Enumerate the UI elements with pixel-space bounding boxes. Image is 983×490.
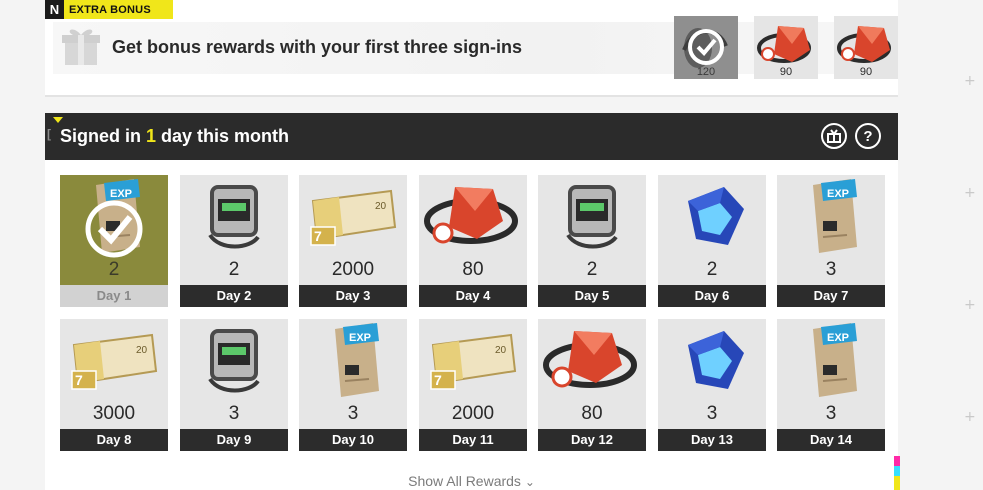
day-reward-qty: 2	[228, 259, 240, 280]
title-prefix: Signed in	[60, 126, 147, 146]
day-reward-qty: 3	[706, 403, 718, 424]
ticket-icon: 20 7	[71, 333, 158, 390]
day-label: Day 1	[60, 285, 168, 307]
day-reward-qty: 2	[108, 259, 120, 280]
show-all-label: Show All Rewards	[408, 473, 521, 489]
exp-book-icon: EXP	[335, 323, 379, 397]
extra-bonus-title: Get bonus rewards with your first three …	[112, 37, 523, 57]
day-reward-qty: 2000	[451, 403, 495, 424]
extra-bonus-panel: N EXTRA BONUS Get bonus rewards with you…	[45, 0, 898, 97]
blue-core-icon	[688, 331, 744, 389]
svg-text:7: 7	[434, 372, 442, 388]
day-label: Day 14	[777, 429, 885, 451]
monthly-signin-header: [ Signed in 1 day this month ?	[45, 113, 898, 160]
gift-icon	[827, 129, 841, 143]
corner-marker-icon	[53, 117, 63, 123]
bonus-reward-qty: 120	[696, 66, 716, 78]
module-chip-icon	[208, 329, 260, 393]
bonus-reward-qty: 90	[859, 66, 873, 78]
decor-plus-icon: +	[964, 297, 976, 313]
exp-book-icon: EXP	[813, 179, 857, 253]
day-reward-qty: 2000	[331, 259, 375, 280]
day-card-10[interactable]: EXP 3 Day 10	[299, 319, 407, 451]
svg-text:7: 7	[314, 228, 322, 244]
days-signed-count: 1	[146, 126, 157, 146]
title-suffix: day this month	[156, 126, 290, 146]
bonus-reward-card-1[interactable]: 120	[674, 16, 738, 79]
extra-bonus-label: EXTRA BONUS	[64, 0, 173, 19]
day-label: Day 10	[299, 429, 407, 451]
help-button[interactable]: ?	[855, 123, 881, 149]
day-card-5[interactable]: 2 Day 5	[538, 175, 646, 307]
brand-logo: N	[45, 0, 64, 19]
day-card-7[interactable]: EXP 3 Day 7	[777, 175, 885, 307]
day-card-13[interactable]: 3 Day 13	[658, 319, 766, 451]
show-all-rewards-link[interactable]: Show All Rewards ⌄	[45, 473, 898, 489]
side-accent-bar	[894, 456, 900, 490]
day-label: Day 6	[658, 285, 766, 307]
day-card-2[interactable]: 2 Day 2	[180, 175, 288, 307]
day-label: Day 3	[299, 285, 407, 307]
day-card-4[interactable]: 80 Day 4	[419, 175, 527, 307]
day-card-6[interactable]: 2 Day 6	[658, 175, 766, 307]
svg-text:20: 20	[375, 201, 387, 212]
chevron-down-icon: ⌄	[524, 475, 535, 489]
module-chip-icon	[566, 185, 618, 249]
day-label: Day 4	[419, 285, 527, 307]
day-label: Day 2	[180, 285, 288, 307]
svg-text:EXP: EXP	[827, 188, 849, 200]
red-crystal-icon	[424, 187, 518, 244]
day-label: Day 12	[538, 429, 646, 451]
monthly-signin-title: Signed in 1 day this month	[60, 126, 289, 147]
extra-bonus-tag: N EXTRA BONUS	[45, 0, 173, 19]
monthly-signin-panel: [ Signed in 1 day this month ? EXP 2 Day…	[45, 113, 898, 490]
day-card-11[interactable]: 20 7 2000 Day 11	[419, 319, 527, 451]
gift-button[interactable]	[821, 123, 847, 149]
bonus-reward-card-3[interactable]: 90	[834, 16, 898, 79]
day-reward-qty: 2	[586, 259, 598, 280]
extra-bonus-rewards: 120 90 90	[674, 16, 898, 79]
bonus-reward-card-2[interactable]: 90	[754, 16, 818, 79]
day-reward-qty: 80	[581, 403, 603, 424]
day-reward-qty: 3	[228, 403, 240, 424]
decor-plus-icon: +	[964, 73, 976, 89]
day-card-1[interactable]: EXP 2 Day 1	[60, 175, 168, 307]
ticket-icon: 20 7	[310, 189, 397, 246]
day-card-8[interactable]: 20 7 3000 Day 8	[60, 319, 168, 451]
blue-core-icon	[688, 187, 744, 245]
day-card-9[interactable]: 3 Day 9	[180, 319, 288, 451]
svg-text:EXP: EXP	[827, 332, 849, 344]
svg-text:20: 20	[136, 345, 148, 356]
module-chip-icon	[208, 185, 260, 249]
day-card-14[interactable]: EXP 3 Day 14	[777, 319, 885, 451]
day-label: Day 8	[60, 429, 168, 451]
bracket-decor-icon: [	[47, 127, 51, 141]
day-reward-qty: 2	[706, 259, 718, 280]
day-reward-qty: 3	[825, 259, 837, 280]
decor-plus-icon: +	[964, 185, 976, 201]
day-card-12[interactable]: 80 Day 12	[538, 319, 646, 451]
day-reward-qty: 80	[462, 259, 484, 280]
day-card-3[interactable]: 20 7 2000 Day 3	[299, 175, 407, 307]
bonus-reward-qty: 90	[779, 66, 793, 78]
red-crystal-icon	[543, 331, 637, 388]
decor-plus-icon: +	[964, 409, 976, 425]
day-label: Day 5	[538, 285, 646, 307]
svg-text:EXP: EXP	[349, 332, 371, 344]
exp-book-icon: EXP	[813, 323, 857, 397]
day-label: Day 9	[180, 429, 288, 451]
day-reward-qty: 3000	[92, 403, 136, 424]
day-reward-qty: 3	[347, 403, 359, 424]
day-label: Day 13	[658, 429, 766, 451]
day-label: Day 7	[777, 285, 885, 307]
svg-text:7: 7	[75, 372, 83, 388]
day-label: Day 11	[419, 429, 527, 451]
gift-box-icon	[62, 29, 100, 65]
svg-text:20: 20	[495, 345, 507, 356]
day-reward-qty: 3	[825, 403, 837, 424]
ticket-icon: 20 7	[430, 333, 517, 390]
help-icon: ?	[863, 127, 873, 145]
